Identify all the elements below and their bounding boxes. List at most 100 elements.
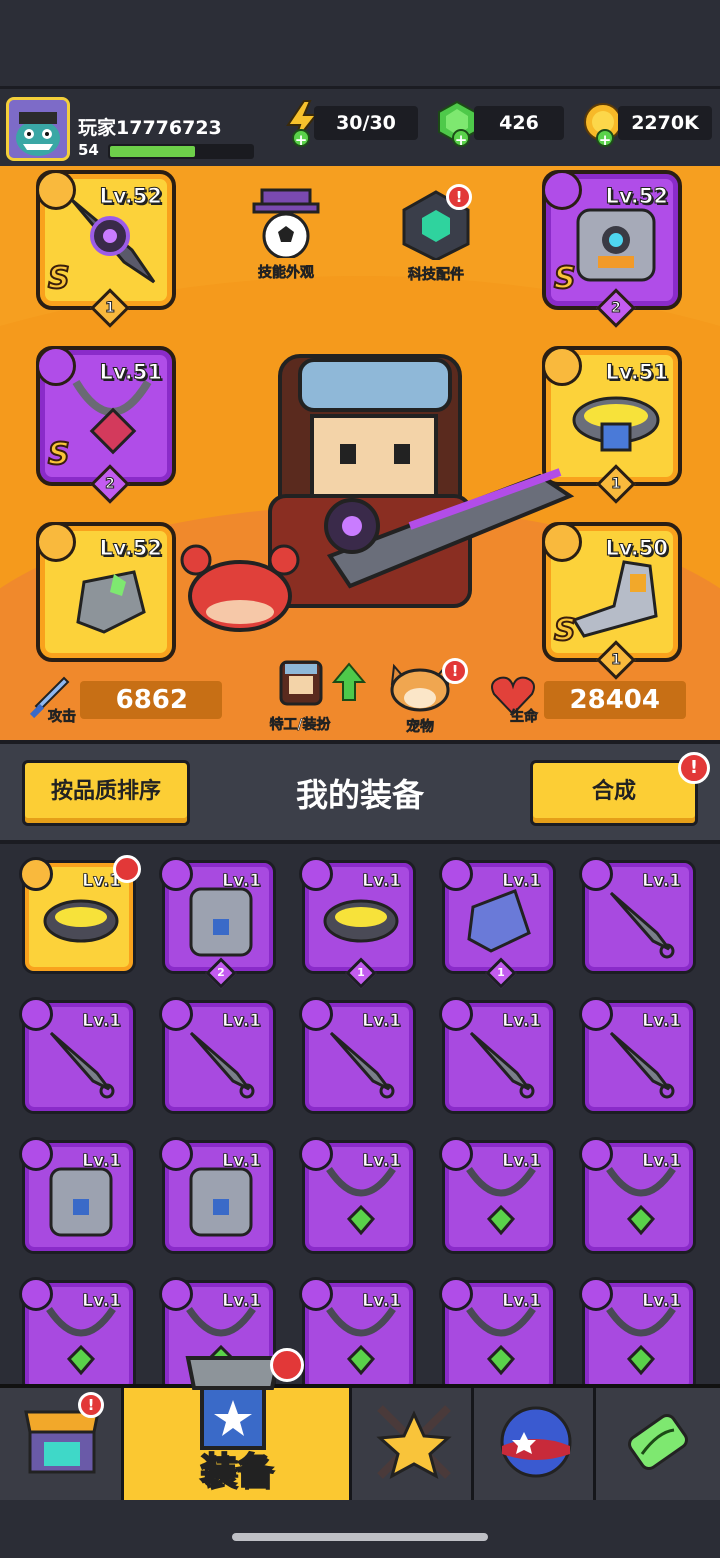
- armor-icon: [576, 208, 656, 282]
- slot-grade: S: [553, 260, 577, 297]
- item-level: Lv.1: [642, 1151, 682, 1172]
- inventory-item[interactable]: Lv.1: [579, 1277, 696, 1388]
- add-coins-button[interactable]: +: [596, 129, 614, 149]
- slot-level: Lv.51: [605, 360, 669, 385]
- soccer-ball-icon: [252, 188, 320, 260]
- status-bar: [0, 0, 720, 86]
- item-level: Lv.1: [502, 1011, 542, 1032]
- item-level: Lv.1: [222, 871, 262, 892]
- upgrade-arrow-icon: [332, 662, 366, 701]
- equip-slot-weapon[interactable]: Lv.52 S 1: [36, 170, 176, 328]
- star-swords-icon: [376, 1405, 452, 1480]
- item-level: Lv.1: [362, 1011, 402, 1032]
- coins-value: 2270K: [618, 106, 712, 140]
- inventory-item[interactable]: Lv.1 1: [299, 857, 416, 989]
- item-level: Lv.1: [362, 1291, 402, 1312]
- hp-value: 28404: [544, 681, 686, 719]
- add-energy-button[interactable]: +: [292, 129, 310, 149]
- player-level: 54: [78, 141, 99, 159]
- item-level: Lv.1: [502, 1291, 542, 1312]
- xp-bar-fill: [110, 146, 195, 157]
- slot-stars-value: 1: [105, 299, 116, 316]
- inventory-item[interactable]: Lv.1: [579, 1137, 696, 1254]
- slot-grade: S: [47, 436, 71, 473]
- bottom-navigation: ! 装备: [0, 1348, 720, 1500]
- nav-tab-lab[interactable]: [596, 1388, 720, 1500]
- inventory-item[interactable]: Lv.1: [299, 997, 416, 1114]
- slot-grade: S: [47, 260, 71, 297]
- slot-level: Lv.52: [99, 536, 163, 561]
- hero-equipment-area: Lv.52 S 1 Lv.51 S 2 Lv.52 Lv.52 S 2 Lv.5…: [0, 166, 720, 740]
- nav-tab-equipment[interactable]: 装备: [124, 1348, 352, 1500]
- equipment-inventory-grid: Lv.1 Lv.1 2 Lv.1 1 Lv.1 1 Lv.1 Lv.1 Lv.1 Lv.1 Lv.1 L…: [0, 848, 720, 1388]
- attack-label: 攻击: [48, 709, 77, 726]
- item-level: Lv.1: [502, 1151, 542, 1172]
- energy-value: 30/30: [314, 106, 418, 140]
- skill-skin-button[interactable]: 技能外观: [246, 186, 326, 282]
- gacha-ball-icon: [500, 1406, 572, 1478]
- inventory-item[interactable]: Lv.1: [159, 997, 276, 1114]
- inventory-item[interactable]: Lv.1: [439, 1137, 556, 1254]
- equipment-alert-badge: [270, 1348, 304, 1382]
- item-level: Lv.1: [642, 871, 682, 892]
- item-level: Lv.1: [222, 1291, 262, 1312]
- item-level: Lv.1: [82, 1011, 122, 1032]
- skill-skin-label: 技能外观: [258, 265, 315, 282]
- slot-stars-value: 2: [105, 475, 116, 492]
- nav-tab-equipment-label: 装备: [199, 1450, 273, 1493]
- item-alert-badge: [113, 855, 141, 883]
- inventory-item[interactable]: Lv.1 2: [159, 857, 276, 989]
- inventory-item[interactable]: Lv.1: [579, 857, 696, 974]
- item-stars-value: 1: [357, 966, 365, 979]
- equip-slot-armor[interactable]: Lv.52 S 2: [542, 170, 682, 328]
- add-gems-button[interactable]: +: [452, 129, 470, 149]
- inventory-item[interactable]: Lv.1: [19, 1137, 136, 1254]
- inventory-item[interactable]: Lv.1: [299, 1277, 416, 1388]
- pet-alert-badge: !: [442, 658, 468, 684]
- gems-value: 426: [474, 106, 564, 140]
- player-avatar[interactable]: [6, 97, 70, 161]
- inventory-item[interactable]: Lv.1 1: [439, 857, 556, 989]
- agent-outfit-label: 特工/装扮: [269, 717, 331, 734]
- item-level: Lv.1: [222, 1151, 262, 1172]
- inventory-item[interactable]: Lv.1: [439, 1277, 556, 1388]
- slot-level: Lv.50: [605, 536, 669, 561]
- merge-button[interactable]: 合成: [530, 760, 698, 826]
- nav-tab-shop[interactable]: !: [0, 1388, 124, 1500]
- item-stars-value: 2: [217, 966, 225, 979]
- inventory-item[interactable]: Lv.1: [579, 997, 696, 1114]
- home-indicator: [232, 1533, 488, 1541]
- equip-slot-necklace[interactable]: Lv.51 S 2: [36, 346, 176, 504]
- slot-stars-value: 1: [611, 651, 622, 668]
- item-level: Lv.1: [502, 871, 542, 892]
- slot-level: Lv.52: [605, 184, 669, 209]
- item-level: Lv.1: [642, 1291, 682, 1312]
- pet-label: 宠物: [406, 719, 435, 736]
- slot-stars-value: 2: [611, 299, 622, 316]
- equip-slot-glove[interactable]: Lv.52: [36, 522, 176, 662]
- inventory-item[interactable]: Lv.1: [19, 1277, 136, 1388]
- item-level: Lv.1: [642, 1011, 682, 1032]
- sort-by-quality-button[interactable]: 按品质排序: [22, 760, 190, 826]
- panel-title: 我的装备: [295, 776, 424, 814]
- slot-level: Lv.51: [99, 360, 163, 385]
- dna-capsule-icon: [628, 1413, 688, 1471]
- xp-bar: [108, 144, 254, 159]
- nav-tab-gacha[interactable]: [474, 1388, 596, 1500]
- inventory-item[interactable]: Lv.1: [299, 1137, 416, 1254]
- inventory-item[interactable]: Lv.1: [19, 997, 136, 1114]
- item-level: Lv.1: [362, 1151, 402, 1172]
- slot-level: Lv.52: [99, 184, 163, 209]
- inventory-item[interactable]: Lv.1: [19, 855, 141, 974]
- player-character: [180, 354, 575, 632]
- glove-icon: [76, 570, 146, 634]
- player-name: 玩家17776723: [78, 117, 222, 139]
- attack-value: 6862: [80, 681, 222, 719]
- item-level: Lv.1: [222, 1011, 262, 1032]
- inventory-item[interactable]: Lv.1: [439, 997, 556, 1114]
- item-level: Lv.1: [82, 1151, 122, 1172]
- top-bar: 玩家17776723 54 + 30/30 + 426 + 2270K: [0, 86, 720, 166]
- nav-tab-talents[interactable]: [352, 1388, 474, 1500]
- item-stars-value: 1: [497, 966, 505, 979]
- inventory-item[interactable]: Lv.1: [159, 1137, 276, 1254]
